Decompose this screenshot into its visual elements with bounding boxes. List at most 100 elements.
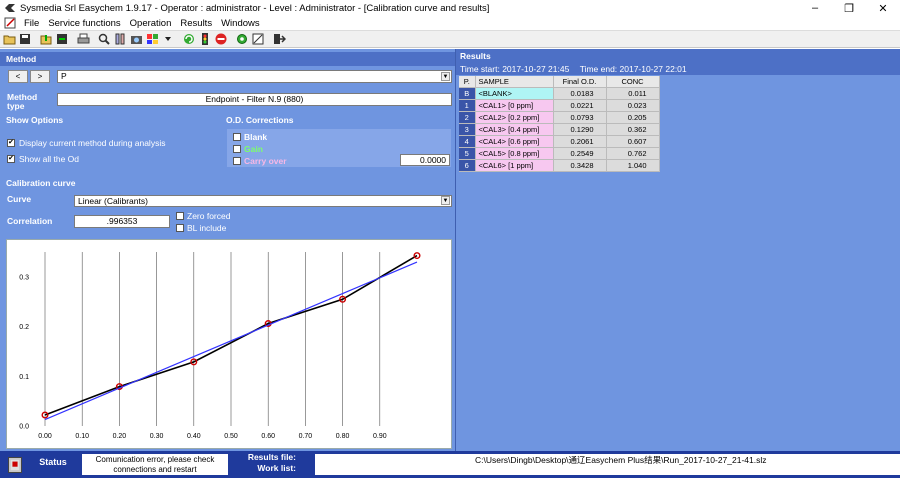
calibration-icon[interactable] (251, 32, 265, 46)
menu-bar: File Service functions Operation Results… (0, 16, 900, 30)
y-tick-label: 0.2 (19, 324, 29, 331)
print-icon[interactable] (76, 32, 90, 46)
menu-file[interactable]: File (24, 18, 39, 29)
method-select-value: P (61, 71, 67, 81)
row-position: 4 (459, 135, 476, 148)
row-position: B (459, 87, 476, 100)
settings-icon[interactable] (235, 32, 249, 46)
next-method-button[interactable]: > (30, 70, 50, 83)
show-all-od-label: Show all the Od (19, 154, 80, 164)
show-options-header: Show Options O.D. Corrections (0, 113, 455, 127)
row-sample: <CAL3> [0.4 ppm] (475, 123, 554, 136)
app-logo-icon (5, 4, 15, 12)
table-row[interactable]: 5 <CAL5> [0.8 ppm] 0.2549 0.762 (459, 147, 660, 160)
results-file-labels: Results file: Work list: (240, 452, 296, 474)
zero-forced-label: Zero forced (187, 211, 231, 221)
status-label: Status (39, 457, 67, 467)
prev-method-button[interactable]: < (8, 70, 28, 83)
x-tick-label: 0.60 (261, 433, 275, 440)
curve-label: Curve (7, 194, 32, 204)
zero-forced-checkbox[interactable] (176, 212, 184, 220)
minimize-button[interactable]: – (798, 0, 832, 16)
x-tick-label: 0.90 (373, 433, 387, 440)
show-options-title: Show Options (6, 115, 64, 125)
row-final-od: 0.0183 (553, 87, 607, 100)
dropdown-icon[interactable] (161, 32, 175, 46)
row-position: 2 (459, 111, 476, 124)
y-tick-label: 0.3 (19, 274, 29, 281)
export-icon[interactable] (55, 32, 69, 46)
results-panel: Results Time start: 2017-10-27 21:45 Tim… (455, 49, 900, 451)
chevron-down-icon[interactable]: ▼ (441, 196, 450, 205)
column-header-conc: CONC (606, 76, 660, 88)
x-tick-label: 0.50 (224, 433, 238, 440)
row-sample: <CAL2> [0.2 ppm] (475, 111, 554, 124)
save-icon[interactable] (18, 32, 32, 46)
stop-icon[interactable] (214, 32, 228, 46)
row-final-od: 0.3428 (553, 159, 607, 172)
calibration-curve-header: Calibration curve (6, 178, 76, 188)
row-position: 5 (459, 147, 476, 160)
show-all-od-checkbox[interactable]: ✔ (7, 155, 15, 163)
status-bar: Status Comunication error, please check … (0, 451, 900, 478)
table-row[interactable]: 2 <CAL2> [0.2 ppm] 0.0793 0.205 (459, 111, 660, 124)
row-sample: <CAL5> [0.8 ppm] (475, 147, 554, 160)
curve-select[interactable]: Linear (Calibrants) ▼ (74, 195, 452, 207)
traffic-light-icon[interactable] (198, 32, 212, 46)
blank-checkbox[interactable] (233, 133, 241, 141)
row-conc: 1.040 (606, 159, 660, 172)
row-sample: <BLANK> (475, 87, 554, 100)
method-select[interactable]: P ▼ (57, 70, 452, 83)
close-button[interactable]: ✕ (866, 0, 900, 16)
od-corrections-header: O.D. Corrections (226, 115, 294, 125)
open-icon[interactable] (2, 32, 16, 46)
exit-icon[interactable] (272, 32, 286, 46)
display-current-label: Display current method during analysis (19, 138, 166, 148)
search-icon[interactable] (97, 32, 111, 46)
table-row[interactable]: B <BLANK> 0.0183 0.011 (459, 87, 660, 100)
curve-select-value: Linear (Calibrants) (78, 196, 148, 206)
column-header-final-od: Final O.D. (553, 76, 607, 88)
row-conc: 0.362 (606, 123, 660, 136)
display-current-checkbox[interactable]: ✔ (7, 139, 15, 147)
calibration-chart: 0.00 0.10 0.20 0.30 0.40 0.50 0.60 0.70 0.80 0.90… (6, 239, 452, 449)
row-sample: <CAL6> [1 ppm] (475, 159, 554, 172)
bl-include-checkbox[interactable] (176, 224, 184, 232)
table-row[interactable]: 1 <CAL1> [0 ppm] 0.0221 0.023 (459, 99, 660, 112)
refresh-icon[interactable] (182, 32, 196, 46)
table-row[interactable]: 4 <CAL4> [0.6 ppm] 0.2061 0.607 (459, 135, 660, 148)
gain-label: Gain (244, 144, 263, 154)
correlation-value: .996353 (74, 215, 170, 228)
gain-checkbox[interactable] (233, 145, 241, 153)
row-final-od: 0.1290 (553, 123, 607, 136)
bl-include-label: BL include (187, 223, 227, 233)
row-conc: 0.607 (606, 135, 660, 148)
table-row[interactable]: 6 <CAL6> [1 ppm] 0.3428 1.040 (459, 159, 660, 172)
method-panel: Method < > P ▼ Method type Endpoint - Fi… (0, 49, 455, 451)
maximize-button[interactable]: ❐ (832, 0, 866, 16)
row-final-od: 0.0221 (553, 99, 607, 112)
camera-icon[interactable] (129, 32, 143, 46)
y-tick-label: 0.1 (19, 374, 29, 381)
carry-over-checkbox[interactable] (233, 157, 241, 165)
printer-status-icon[interactable] (8, 457, 22, 473)
document-edit-icon[interactable] (4, 17, 18, 29)
menu-windows[interactable]: Windows (221, 18, 260, 29)
table-row[interactable]: 3 <CAL3> [0.4 ppm] 0.1290 0.362 (459, 123, 660, 136)
x-tick-label: 0.20 (113, 433, 127, 440)
menu-results[interactable]: Results (180, 18, 212, 29)
column-header-p: P. (459, 76, 476, 88)
palette-icon[interactable] (145, 32, 159, 46)
results-file-path: C:\Users\Dingb\Desktop\通辽Easychem Plus结果… (315, 454, 900, 475)
status-message: Comunication error, please check connect… (82, 454, 228, 475)
toolbar (0, 30, 900, 48)
chevron-down-icon[interactable]: ▼ (441, 72, 450, 81)
row-conc: 0.762 (606, 147, 660, 160)
carry-over-value[interactable]: 0.0000 (400, 154, 450, 166)
x-tick-label: 0.40 (187, 433, 201, 440)
chemistry-icon[interactable] (113, 32, 127, 46)
menu-service-functions[interactable]: Service functions (48, 18, 120, 29)
load-icon[interactable] (39, 32, 53, 46)
calibration-chart-svg: 0.00 0.10 0.20 0.30 0.40 0.50 0.60 0.70 0.80 0.90… (19, 252, 421, 440)
menu-operation[interactable]: Operation (130, 18, 172, 29)
